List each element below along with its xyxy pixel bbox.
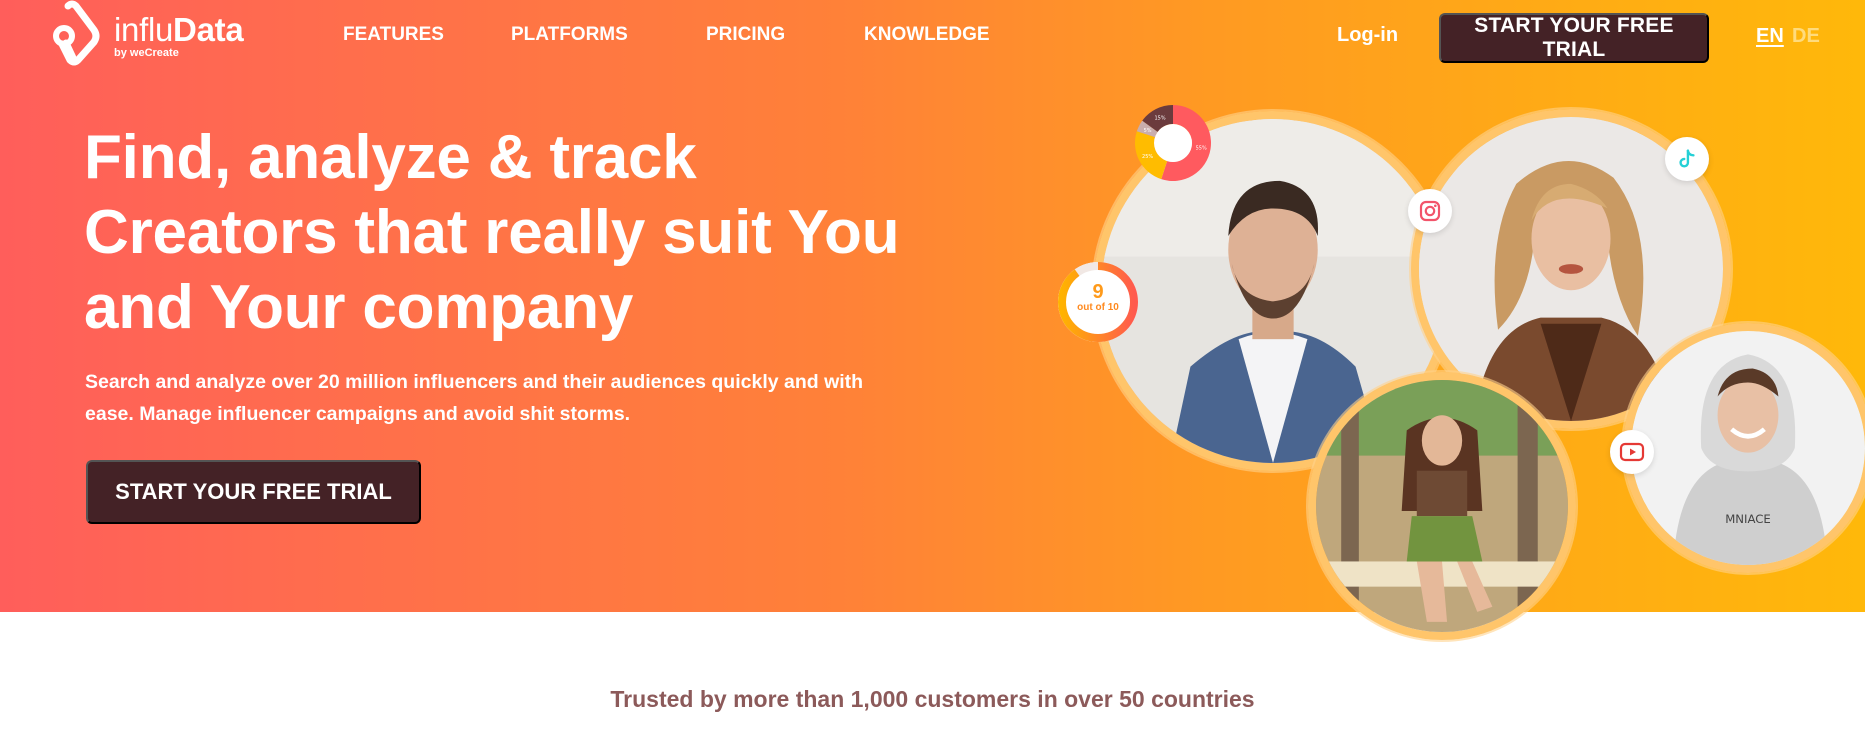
brand-name: influData: [114, 11, 244, 48]
brand-logo[interactable]: influData by weCreate: [48, 0, 244, 72]
donut-segment-label: 15%: [1154, 116, 1165, 122]
brand-byline: by weCreate: [114, 47, 179, 59]
login-link[interactable]: Log-in: [1337, 24, 1398, 47]
score-caption: out of 10: [1077, 302, 1119, 313]
donut-center: [1154, 124, 1192, 162]
donut-segment-label: 55%: [1196, 145, 1207, 151]
infludata-logo-icon: [53, 0, 100, 66]
headline-line: and Your company: [84, 273, 634, 342]
instagram-icon: [1419, 200, 1441, 222]
youtube-badge: [1610, 430, 1654, 474]
tiktok-icon: [1679, 149, 1695, 168]
subtitle-line: ease. Manage influencer campaigns and av…: [85, 403, 631, 425]
nav-item-knowledge[interactable]: KNOWLEDGE: [864, 24, 990, 46]
tiktok-badge: [1665, 137, 1709, 181]
hero-section: influData by weCreate FEATURES PLATFORMS…: [0, 0, 1865, 640]
headline-line: Creators that really suit You: [84, 198, 900, 267]
donut-segment-label: 25%: [1142, 154, 1153, 160]
nav-item-platforms[interactable]: PLATFORMS: [511, 24, 628, 46]
trust-statement: Trusted by more than 1,000 customers in …: [610, 686, 1255, 712]
creator-photo-young-man: MNIACE: [1623, 323, 1865, 573]
language-en[interactable]: EN: [1756, 25, 1784, 48]
header-free-trial-button[interactable]: START YOUR FREE TRIAL: [1439, 13, 1709, 63]
subtitle-line: Search and analyze over 20 million influ…: [85, 371, 864, 393]
language-de[interactable]: DE: [1792, 25, 1820, 48]
donut-chart: 55% 25% 5%15%: [1135, 105, 1211, 181]
audience-donut-widget: 55% 25% 5% 15%: [1133, 103, 1213, 183]
creator-photo-young-woman: [1308, 372, 1576, 640]
nav-item-pricing[interactable]: PRICING: [706, 24, 785, 46]
headline-line: Find, analyze & track: [84, 123, 697, 192]
svg-text:MNIACE: MNIACE: [1725, 512, 1771, 526]
instagram-badge: [1408, 189, 1452, 233]
score-widget: 9 out of 10: [1056, 260, 1140, 344]
hero-subtitle: Search and analyze over 20 million influ…: [85, 366, 945, 430]
score-value: 9: [1092, 281, 1104, 303]
nav-item-features[interactable]: FEATURES: [343, 24, 444, 46]
donut-segment-label: 5%: [1144, 128, 1152, 134]
hero-headline: Find, analyze & track Creators that real…: [84, 120, 984, 345]
youtube-icon: [1619, 442, 1645, 462]
hero-free-trial-button[interactable]: START YOUR FREE TRIAL: [86, 460, 421, 524]
